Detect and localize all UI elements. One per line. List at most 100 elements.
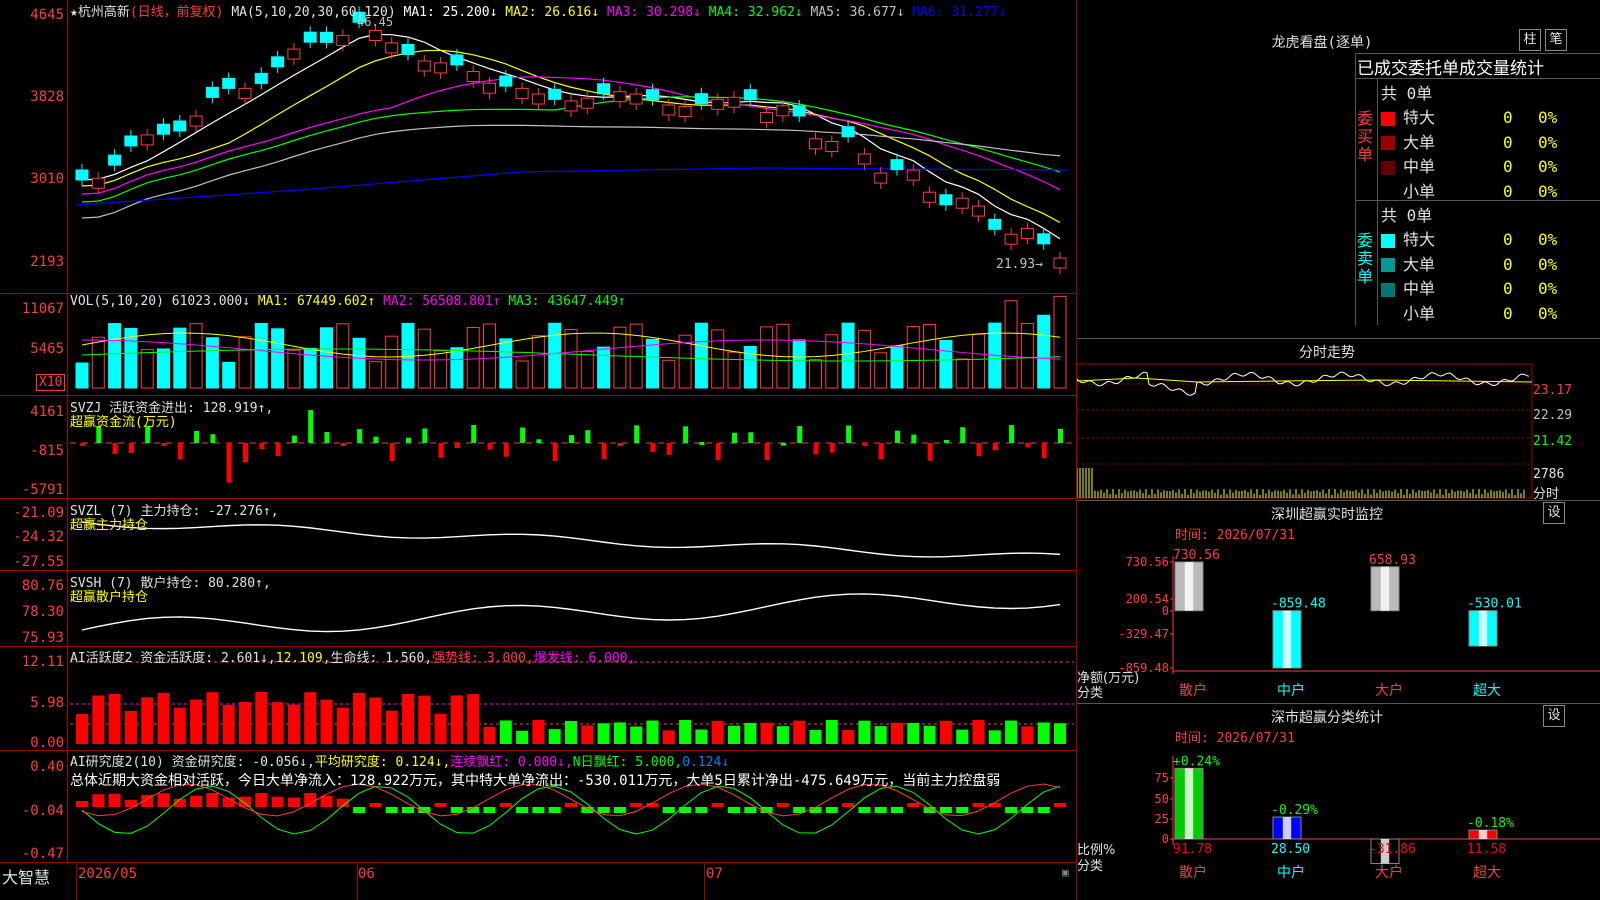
value-label: -859.48 <box>1271 597 1326 612</box>
active-bar <box>499 720 512 744</box>
candle <box>385 42 399 54</box>
order-pct: 0% <box>1538 279 1558 298</box>
active-bar <box>1054 723 1066 744</box>
stock-name[interactable]: 杭州高新 <box>78 5 130 20</box>
candle <box>597 83 611 95</box>
candle <box>694 93 708 105</box>
research-bar <box>353 807 366 813</box>
volume-bar <box>890 345 904 389</box>
chart-area[interactable]: ★杭州高新(日线，前复权) MA(5,10,20,30,60,120) MA1:… <box>0 0 1077 900</box>
candle <box>841 126 855 138</box>
flow-bar <box>80 443 85 446</box>
flow-bar <box>1041 443 1047 459</box>
ai-research-ytick: -0.47 <box>21 846 64 862</box>
svsh-line <box>81 593 1061 633</box>
active-bar <box>956 729 969 744</box>
active-bar <box>157 692 170 744</box>
candle <box>548 88 562 100</box>
candle <box>792 105 806 117</box>
vol-title: VOL(5,10,20) <box>70 294 164 309</box>
flow-bar <box>797 426 803 443</box>
candle <box>1020 227 1034 239</box>
order-pct: 0% <box>1538 303 1558 323</box>
active-bar <box>565 721 577 744</box>
volume-bar <box>564 329 578 389</box>
volume-bar <box>91 336 105 389</box>
ma-value: MA1: 67449.602↑ <box>257 294 384 309</box>
ytick-label: -329.47 <box>1118 627 1169 641</box>
tick-mode-button[interactable]: 笔 <box>1545 29 1567 51</box>
buy-side-label: 委买单 <box>1357 109 1374 164</box>
flow-bar <box>813 443 819 455</box>
research-bar <box>304 793 317 807</box>
monitor-chart[interactable]: 730.56200.540-329.47-859.48730.56散户-859.… <box>1077 540 1600 700</box>
classify-settings-button[interactable]: 设 <box>1543 705 1565 727</box>
order-count: 0 <box>1503 181 1513 201</box>
flow-bar <box>308 410 314 443</box>
vol-ma-values: MA1: 67449.602↑ MA2: 56508.801↑ MA3: 436… <box>258 294 626 309</box>
candle <box>857 153 871 165</box>
active-bar <box>418 695 431 744</box>
candle <box>727 96 741 108</box>
order-pct: 0% <box>1538 230 1558 249</box>
intraday-ytick: 21.42 <box>1533 434 1573 449</box>
period-label[interactable]: (日线，前复权) <box>130 5 224 20</box>
flow-bar <box>1009 425 1015 443</box>
flow-bar <box>357 429 363 443</box>
research-bar <box>255 793 268 807</box>
research-bar <box>92 794 105 807</box>
volume-bar <box>108 323 122 389</box>
active-bar <box>825 720 838 744</box>
research-bar <box>483 807 496 813</box>
intraday-chart[interactable] <box>1077 362 1600 500</box>
date-sep <box>704 864 705 900</box>
candle <box>515 87 529 99</box>
bar-highlight <box>1478 610 1488 647</box>
order-pct: 0% <box>1538 181 1558 201</box>
research-bar <box>728 807 740 813</box>
flow-bar <box>194 430 200 443</box>
ma-value: MA1: 25.200↓ <box>403 5 506 20</box>
research-bar <box>695 807 708 813</box>
active-bar <box>320 699 333 744</box>
research-bar <box>190 795 203 807</box>
research-bar <box>1054 803 1066 807</box>
value-label: 730.56 <box>1173 548 1220 563</box>
ai-research-header: AI研究度2(10) 资金研究度: -0.056↓,平均研究度: 0.124↓,… <box>70 751 729 770</box>
category-label: 散户 <box>1179 682 1207 699</box>
scroll-lock-icon[interactable]: ▣ <box>1062 866 1069 879</box>
candle <box>972 205 985 217</box>
volume-bar <box>385 335 399 389</box>
research-bar <box>939 807 952 813</box>
volume-bar <box>1037 314 1051 389</box>
bar-mode-button[interactable]: 柱 <box>1519 29 1541 51</box>
svzj-ytick: -5791 <box>21 482 64 498</box>
flow-bar <box>976 443 982 457</box>
flow-bar <box>324 432 330 443</box>
category-label: 散户 <box>1179 864 1207 881</box>
research-bar <box>597 807 610 813</box>
category-label: 超大 <box>1473 683 1501 699</box>
research-bar <box>825 807 838 813</box>
bar-highlight <box>1184 562 1194 611</box>
order-type: 中单 <box>1403 279 1436 298</box>
star-icon[interactable]: ★ <box>70 5 78 20</box>
ma-value: MA2: 56508.801↑ <box>383 294 509 309</box>
order-pct: 0% <box>1538 157 1558 176</box>
candle <box>75 169 89 181</box>
monitor-settings-button[interactable]: 设 <box>1543 502 1565 524</box>
research-bar <box>206 793 219 807</box>
flow-bar <box>340 443 346 446</box>
flow-bar <box>617 443 623 446</box>
research-bar <box>434 803 447 807</box>
candle <box>173 120 187 132</box>
ai-research-v3: 连续飘红: 0.000↓, <box>450 755 573 770</box>
research-bar <box>907 803 920 807</box>
research-bar <box>972 803 985 807</box>
volume-bar <box>760 326 774 389</box>
candle <box>483 82 496 94</box>
classify-chart[interactable]: 75 50 25 0 91.78 +0.24% 散户 28.50 -0.29% 中户 -31.86 大… <box>1077 744 1600 900</box>
active-bar <box>532 720 545 744</box>
volume-bar <box>646 338 659 389</box>
active-bar <box>108 693 121 744</box>
